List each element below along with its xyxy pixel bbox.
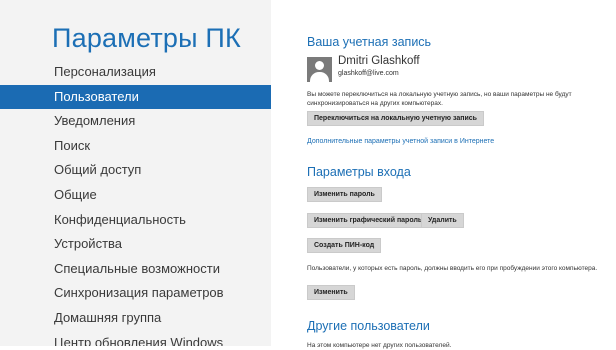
nav-item-sync-settings[interactable]: Синхронизация параметров <box>0 281 271 306</box>
user-email: glashkoff@live.com <box>338 70 399 77</box>
switch-to-local-account-button[interactable]: Переключиться на локальную учетную запис… <box>307 111 484 126</box>
avatar <box>307 57 332 82</box>
wake-password-text: Пользователи, у которых есть пароль, дол… <box>307 265 598 272</box>
nav-item-privacy[interactable]: Конфиденциальность <box>0 208 271 233</box>
nav-item-devices[interactable]: Устройства <box>0 232 271 257</box>
nav-item-personalization[interactable]: Персонализация <box>0 60 271 85</box>
nav-item-sharing[interactable]: Общий доступ <box>0 158 271 183</box>
nav-item-general[interactable]: Общие <box>0 183 271 208</box>
change-picture-password-button[interactable]: Изменить графический пароль <box>307 213 430 228</box>
change-wake-policy-button[interactable]: Изменить <box>307 285 355 300</box>
nav-item-homegroup[interactable]: Домашняя группа <box>0 306 271 331</box>
sign-in-options-heading: Параметры входа <box>307 165 411 179</box>
delete-picture-password-button[interactable]: Удалить <box>421 213 464 228</box>
nav-item-notifications[interactable]: Уведомления <box>0 109 271 134</box>
settings-nav: Персонализация Пользователи Уведомления … <box>0 60 271 346</box>
sidebar: Параметры ПК Персонализация Пользователи… <box>0 0 271 346</box>
users-content: Ваша учетная запись Dmitri Glashkoff gla… <box>307 0 607 349</box>
local-account-description: Вы можете переключиться на локальную уче… <box>307 91 572 107</box>
create-pin-button[interactable]: Создать ПИН-код <box>307 238 382 253</box>
avatar-body-shape <box>310 72 329 82</box>
nav-item-search[interactable]: Поиск <box>0 134 271 159</box>
other-users-heading: Другие пользователи <box>307 319 430 333</box>
user-name: Dmitri Glashkoff <box>338 55 420 67</box>
change-password-button[interactable]: Изменить пароль <box>307 187 382 202</box>
nav-item-windows-update[interactable]: Центр обновления Windows <box>0 331 271 346</box>
more-account-settings-link[interactable]: Дополнительные параметры учетной записи … <box>307 138 494 145</box>
nav-item-users[interactable]: Пользователи <box>0 84 271 110</box>
nav-item-ease-of-access[interactable]: Специальные возможности <box>0 257 271 282</box>
your-account-heading: Ваша учетная запись <box>307 35 432 49</box>
avatar-head-shape <box>315 61 324 70</box>
pc-settings-title: Параметры ПК <box>52 23 241 53</box>
